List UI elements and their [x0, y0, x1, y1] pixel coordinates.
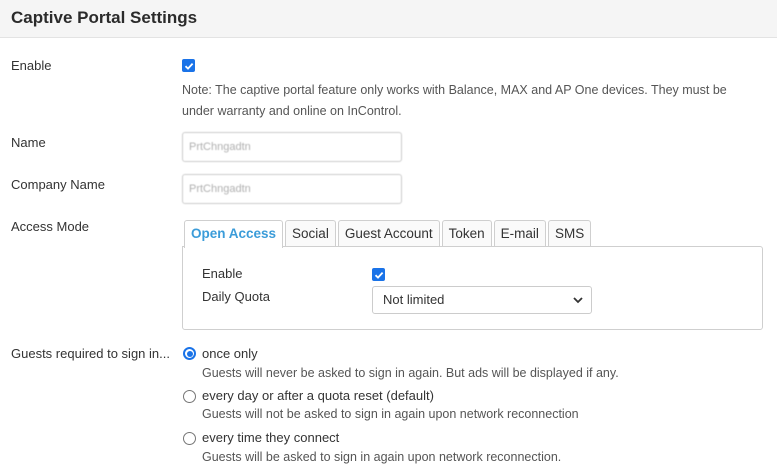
enable-note-line1: Note: The captive portal feature only wo…: [182, 83, 727, 97]
access-mode-label: Access Mode: [11, 219, 90, 234]
check-icon: [374, 271, 383, 279]
name-input[interactable]: PrtChngadtn: [182, 132, 402, 162]
tab-token[interactable]: Token: [441, 220, 492, 247]
option-every-time-label: every time they connect: [202, 430, 340, 445]
chevron-down-icon: [573, 297, 583, 304]
daily-quota-value: Not limited: [383, 292, 445, 307]
sign-in-label: Guests required to sign in...: [11, 346, 170, 361]
daily-quota-select[interactable]: Not limited: [372, 286, 592, 314]
tab-sms[interactable]: SMS: [547, 220, 592, 247]
access-mode-tabs: Open Access Social Guest Account Token E…: [184, 220, 593, 248]
option-every-time-description: Guests will be asked to sign in again up…: [202, 450, 562, 464]
tab-guest-account[interactable]: Guest Account: [337, 220, 440, 247]
tab-email[interactable]: E-mail: [493, 220, 546, 247]
daily-quota-label: Daily Quota: [202, 289, 270, 304]
company-name-label: Company Name: [11, 177, 105, 192]
enable-label: Enable: [11, 58, 52, 73]
open-access-panel: Enable Daily Quota Not limited: [182, 246, 763, 330]
option-every-day-label: every day or after a quota reset (defaul…: [202, 388, 434, 403]
enable-checkbox[interactable]: [182, 59, 195, 72]
option-once-only-label: once only: [202, 346, 258, 361]
access-enable-label: Enable: [202, 266, 243, 281]
radio-once-only[interactable]: [183, 347, 196, 360]
option-once-only-description: Guests will never be asked to sign in ag…: [202, 366, 619, 380]
page-title: Captive Portal Settings: [11, 8, 198, 27]
enable-note: Note: The captive portal feature only wo…: [182, 80, 762, 122]
check-icon: [184, 62, 193, 70]
tab-open-access[interactable]: Open Access: [184, 220, 284, 248]
option-every-day-description: Guests will not be asked to sign in agai…: [202, 407, 579, 421]
page-header: Captive Portal Settings: [0, 0, 777, 38]
radio-every-time[interactable]: [183, 432, 196, 445]
company-name-input[interactable]: PrtChngadtn: [182, 174, 402, 204]
access-enable-checkbox[interactable]: [372, 268, 385, 281]
tab-social[interactable]: Social: [285, 220, 336, 247]
enable-note-line2: under warranty and online on InControl.: [182, 104, 402, 118]
radio-every-day[interactable]: [183, 390, 196, 403]
name-label: Name: [11, 135, 46, 150]
